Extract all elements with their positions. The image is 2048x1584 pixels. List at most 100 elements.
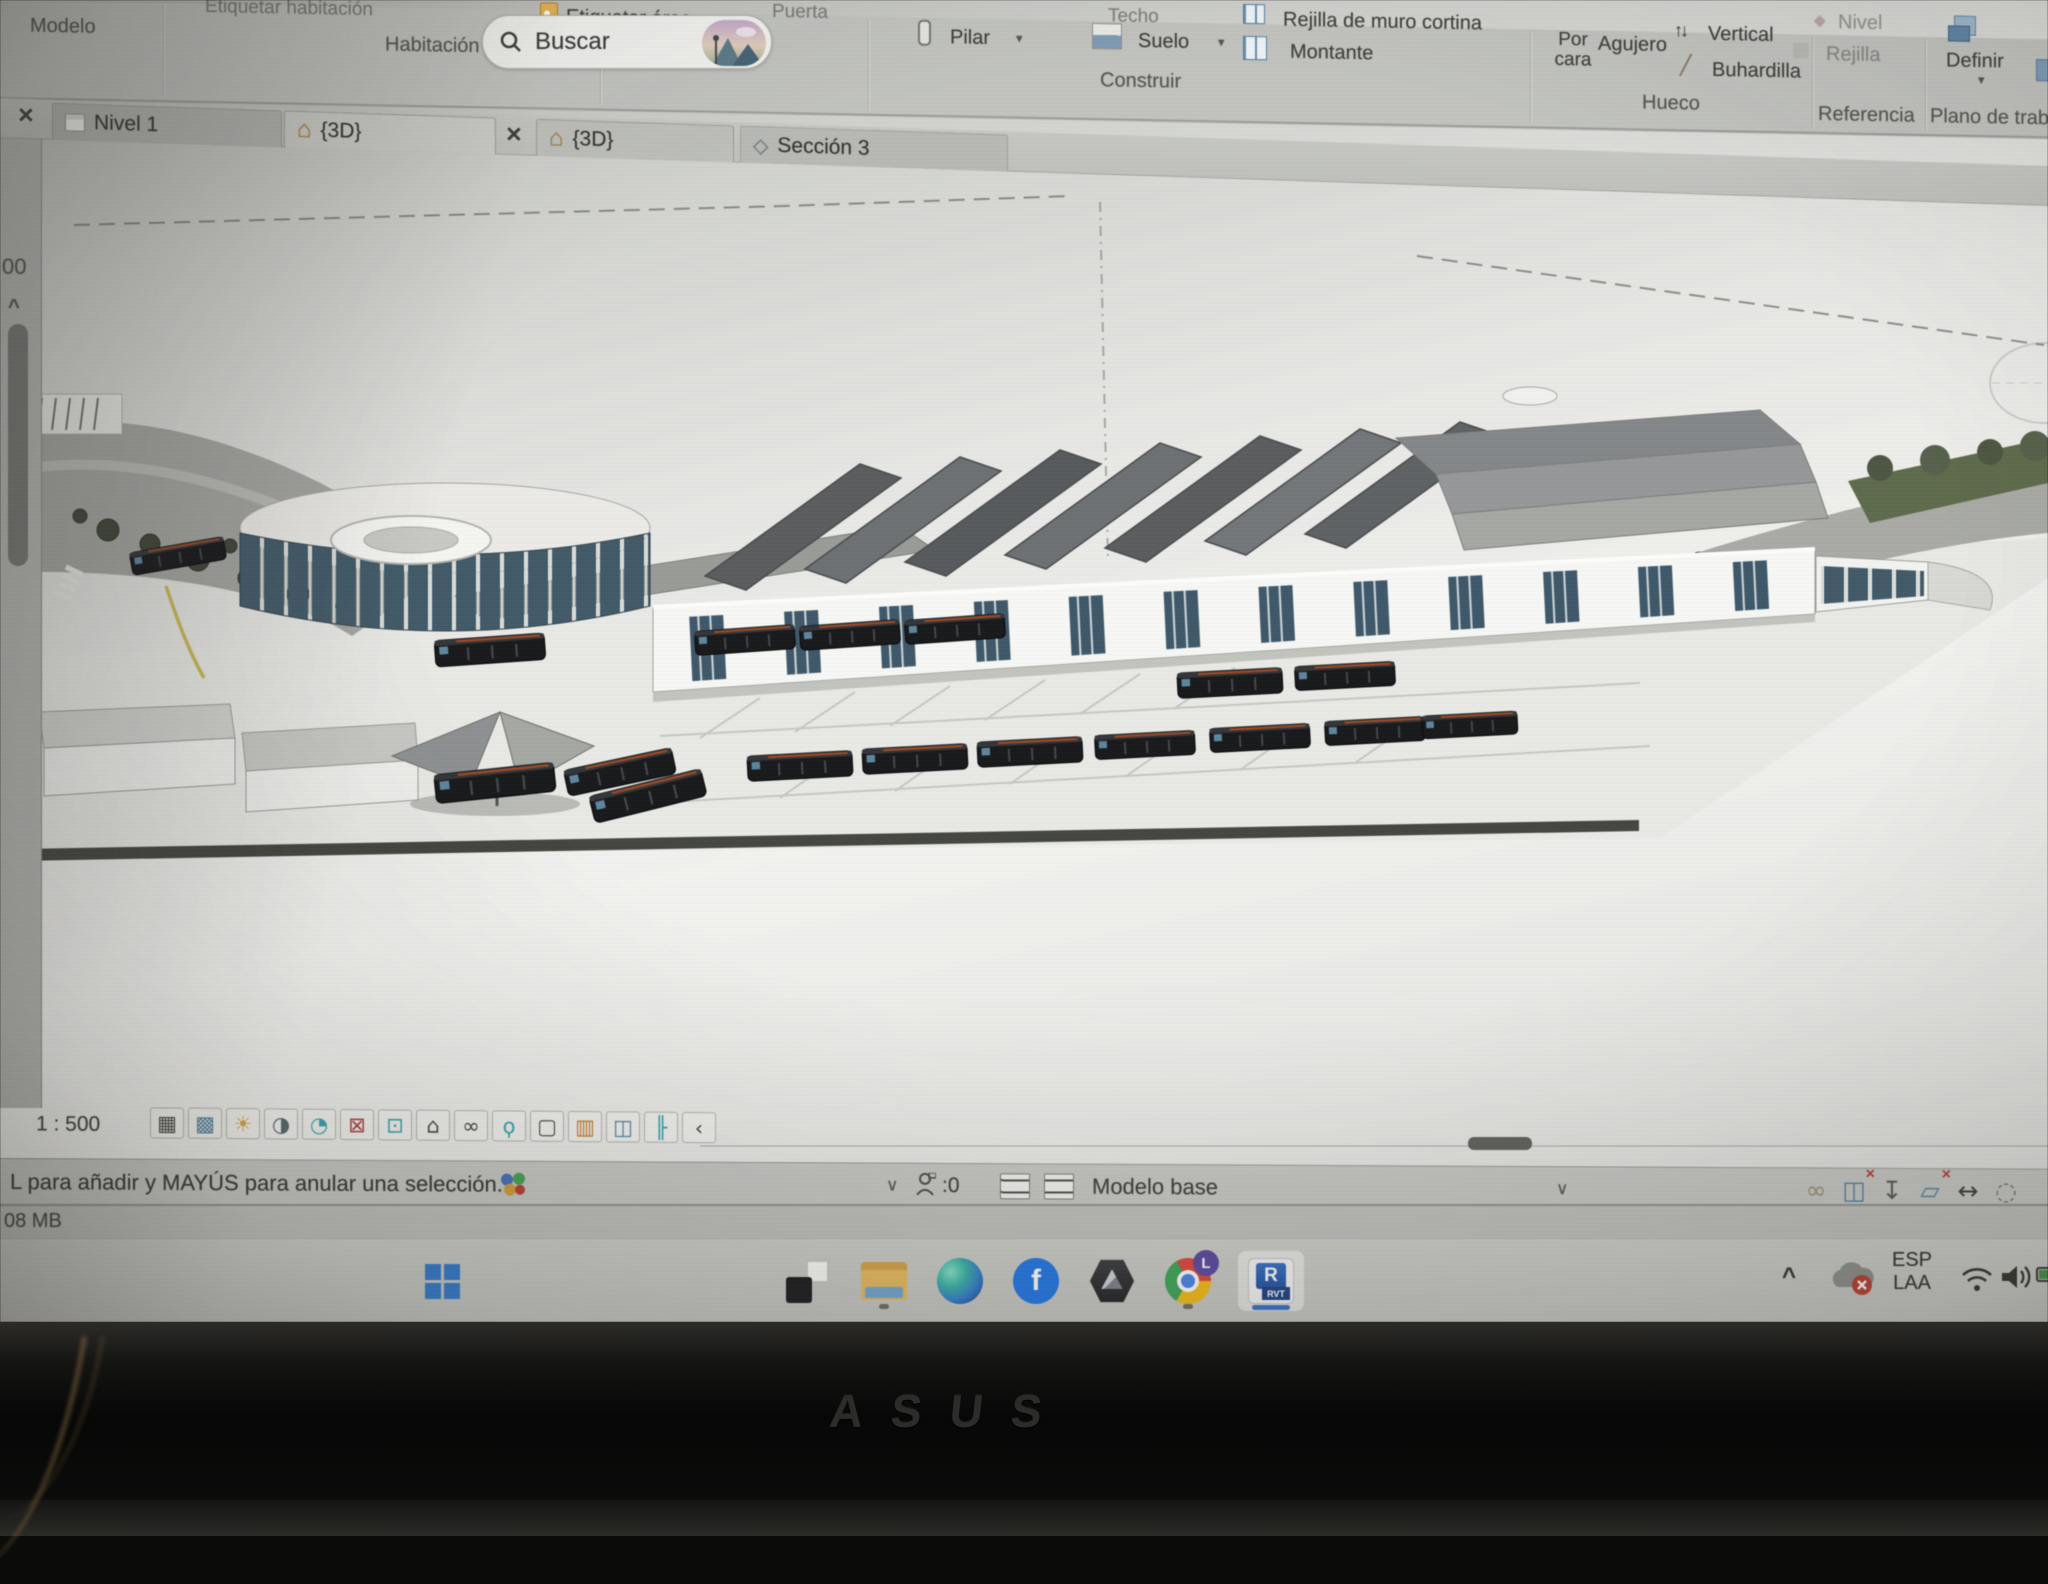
wifi-icon[interactable] [1958,1261,1996,1293]
buhardilla-button[interactable]: Buhardilla [1712,59,1801,84]
active-design-option-icon[interactable] [1044,1173,1074,1199]
selection-toggle-icons: ∞◫×↧▱×↔◌ [1798,1172,2026,1207]
workplane-icon [1948,25,1970,41]
curtain-grid-icon [1243,4,1265,24]
sun-path-icon[interactable]: ☀ [226,1108,260,1139]
sawtooth-roof [705,422,1501,590]
volume-icon[interactable] [2000,1261,2036,1293]
view-scale[interactable]: 1 : 500 [36,1112,100,1137]
displacement-sets-icon[interactable]: ▥ [568,1111,602,1142]
palette-cut-text: 00 [2,254,26,280]
tray-chevron-up-icon[interactable]: ^ [1782,1263,1796,1291]
start-button[interactable] [414,1251,470,1311]
reveal-constraints-icon[interactable]: ╟ [644,1112,678,1143]
collaboration-icon[interactable] [498,1170,528,1198]
rejilla-button[interactable]: Rejilla [1826,43,1880,67]
rendering-dialog-icon[interactable]: ◔ [302,1109,336,1140]
close-view-icon[interactable]: × [18,102,34,130]
hexagon-app-icon[interactable] [1084,1251,1140,1311]
tab-3d-second[interactable]: ⌂ {3D} [536,119,734,163]
close-view-icon[interactable]: × [506,121,522,149]
palette-scrollbar[interactable] [8,324,28,566]
palette-scroll-up[interactable]: ^ [8,296,20,319]
selection-filter-icon[interactable]: ◌ [1988,1173,2024,1207]
dropdown-caret[interactable]: ▾ [1218,34,1225,50]
select-underlay-icon[interactable]: ◫× [1836,1173,1872,1207]
battery-icon[interactable] [2036,1267,2048,1282]
snip-app-icon[interactable] [780,1251,836,1311]
tab-3d-active[interactable]: ⌂ {3D} [284,110,496,154]
tab-label: {3D} [573,127,614,152]
model-3d-view[interactable] [0,138,2048,1238]
temporary-view-properties-icon[interactable]: ▢ [530,1111,564,1142]
visual-style-icon[interactable]: ▩ [188,1108,222,1139]
onedrive-error-icon[interactable] [1828,1259,1876,1299]
clipped-ribbon-icon [2036,59,2048,81]
crop-view-icon[interactable]: ⊠ [340,1109,374,1140]
edge-icon[interactable] [932,1251,988,1311]
drawing-area[interactable] [0,138,2048,1238]
file-explorer-icon[interactable] [856,1251,912,1311]
memory-bar: 08 MB [0,1204,2048,1238]
search-icon [499,30,523,54]
status-prompt: L para añadir y MAYÚS para anular una se… [10,1169,503,1198]
taskbar: Buscar [0,1238,2048,1322]
montante-button[interactable]: Montante [1290,41,1373,66]
drag-on-selection-icon[interactable]: ↔ [1950,1173,1986,1207]
analytical-model-icon[interactable]: ◫ [606,1111,640,1142]
chrome-icon[interactable]: L [1160,1251,1216,1311]
panel-label-hueco: Hueco [1642,92,1700,116]
expand-view-bar-icon[interactable]: ‹ [682,1112,716,1143]
tab-label: Sección 3 [777,134,869,161]
laptop-bezel: ASUS [0,1322,2048,1536]
tab-label: Nivel 1 [94,111,158,137]
shadows-icon[interactable]: ◑ [264,1108,298,1139]
search-placeholder: Buscar [535,28,610,56]
etiquetar-habitacion-button[interactable]: Etiquetar habitación [205,0,373,21]
pilar-icon [918,20,931,46]
reveal-hidden-elements-icon[interactable]: ϙ [492,1110,526,1141]
facebook-letter: f [1031,1264,1041,1298]
panel-label-construir: Construir [1100,69,1181,94]
memory-usage: 08 MB [4,1210,62,1233]
chevron-down-icon[interactable]: ∨ [1556,1179,1568,1199]
design-options-icon[interactable] [1000,1173,1030,1199]
revit-icon[interactable]: R RVT [1238,1251,1304,1311]
glass-drum [240,483,650,631]
unlocked-3d-view-icon[interactable]: ⌂ [416,1110,450,1141]
puerta-button[interactable]: Puerta [772,1,828,24]
search-box[interactable]: Buscar [482,15,772,69]
por-cara-button[interactable]: Por cara [1540,30,1606,71]
select-links-icon[interactable]: ∞ [1798,1172,1834,1206]
crop-region-visibility-icon[interactable]: ⊡ [378,1109,412,1140]
tab-nivel-1[interactable]: Nivel 1 [52,103,282,148]
revit-letter: R [1264,1265,1278,1287]
suelo-button[interactable]: Suelo [1138,30,1189,54]
nivel-button[interactable]: Nivel [1838,11,1882,35]
h-scroll-thumb[interactable] [1468,1137,1532,1150]
detail-level-icon[interactable]: ▦ [150,1107,184,1138]
select-by-face-icon[interactable]: ▱× [1912,1173,1948,1207]
design-option-select[interactable]: Modelo base [1092,1174,1218,1201]
rejilla-muro-cortina-button[interactable]: Rejilla de muro cortina [1283,9,1482,36]
language-indicator[interactable]: ESP LAA [1892,1249,1932,1295]
buhardilla-icon: ╱ [1680,54,1691,77]
pilar-button[interactable]: Pilar [950,26,990,50]
chevron-down-icon[interactable]: ∨ [886,1176,898,1196]
view-control-icons: ▦▩☀◑◔⊠⊡⌂∞ϙ▢▥◫╟‹ [150,1107,720,1143]
dropdown-caret[interactable]: ▾ [1016,31,1023,47]
workset-count: :0 [942,1174,960,1198]
temporary-hide-isolate-icon[interactable]: ∞ [454,1110,488,1141]
select-pinned-icon[interactable]: ↧ [1874,1173,1910,1207]
panel-label-modelo: Modelo [30,15,96,39]
worksets-icon[interactable] [916,1173,936,1197]
weather-widget[interactable] [702,20,766,66]
panel-label-referencia: Referencia [1818,103,1915,128]
flat-roofs-right [1396,387,1828,550]
definir-button[interactable]: Definir [1946,49,2004,73]
agujero-button[interactable]: Agujero [1598,33,1667,57]
montante-grid-icon [1243,36,1267,60]
facebook-icon[interactable]: f [1008,1251,1064,1311]
vertical-button[interactable]: Vertical [1708,23,1774,47]
dropdown-caret[interactable]: ▾ [1978,72,1985,88]
